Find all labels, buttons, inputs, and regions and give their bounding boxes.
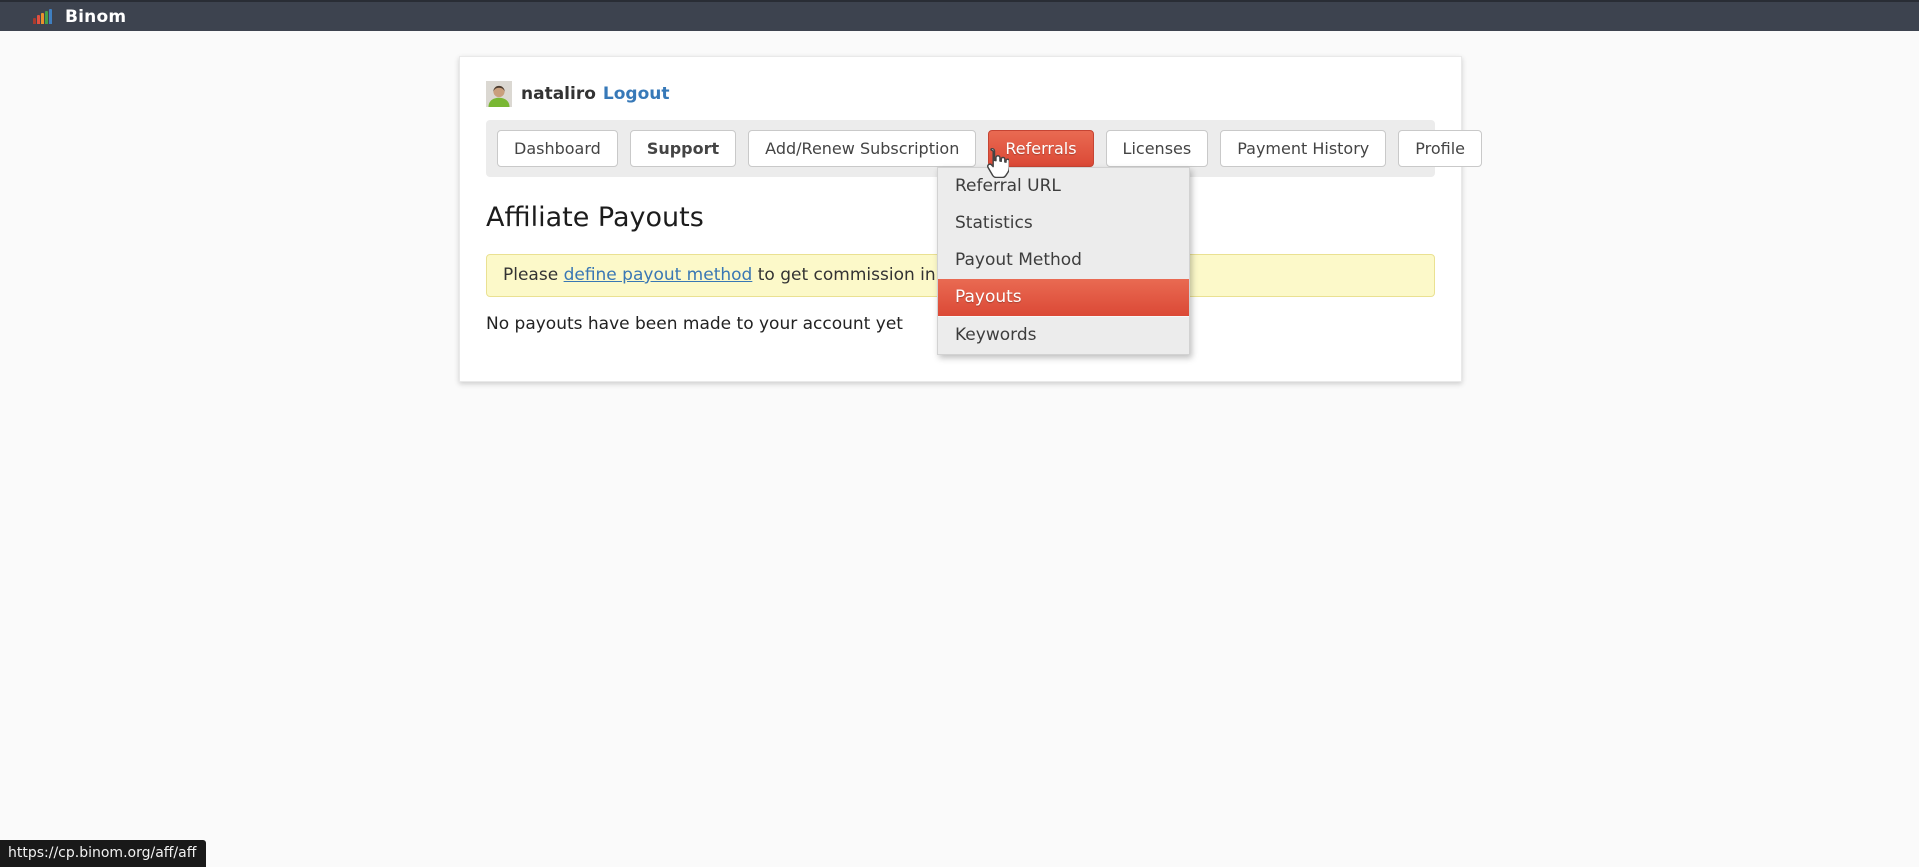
- main-card: nataliro Logout Dashboard Support Add/Re…: [459, 56, 1462, 382]
- top-bar: Binom: [0, 0, 1919, 31]
- referrals-dropdown-menu: Referral URL Statistics Payout Method Pa…: [937, 167, 1190, 355]
- menu-item-payouts[interactable]: Payouts: [938, 279, 1189, 316]
- menu-item-payout-method[interactable]: Payout Method: [938, 242, 1189, 279]
- menu-item-statistics[interactable]: Statistics: [938, 205, 1189, 242]
- menu-item-keywords[interactable]: Keywords: [938, 316, 1189, 354]
- username-label: nataliro: [521, 84, 596, 104]
- status-bar-url: https://cp.binom.org/aff/aff: [0, 840, 206, 867]
- nav-button-referrals[interactable]: Referrals: [988, 130, 1093, 167]
- brand-title: Binom: [65, 7, 126, 27]
- menu-item-referral-url[interactable]: Referral URL: [938, 168, 1189, 205]
- nav-button-profile[interactable]: Profile: [1398, 130, 1482, 167]
- nav-button-support[interactable]: Support: [630, 130, 736, 167]
- nav-button-dashboard[interactable]: Dashboard: [497, 130, 618, 167]
- logout-link[interactable]: Logout: [603, 84, 670, 104]
- user-avatar-icon: [486, 81, 512, 107]
- nav-button-payment-history[interactable]: Payment History: [1220, 130, 1386, 167]
- user-row: nataliro Logout: [486, 81, 1435, 107]
- define-payout-method-link[interactable]: define payout method: [564, 265, 753, 285]
- nav-button-add-renew-subscription[interactable]: Add/Renew Subscription: [748, 130, 976, 167]
- nav-button-licenses[interactable]: Licenses: [1106, 130, 1209, 167]
- notice-text-prefix: Please: [503, 265, 564, 285]
- binom-logo-bar-chart-icon: [33, 9, 52, 24]
